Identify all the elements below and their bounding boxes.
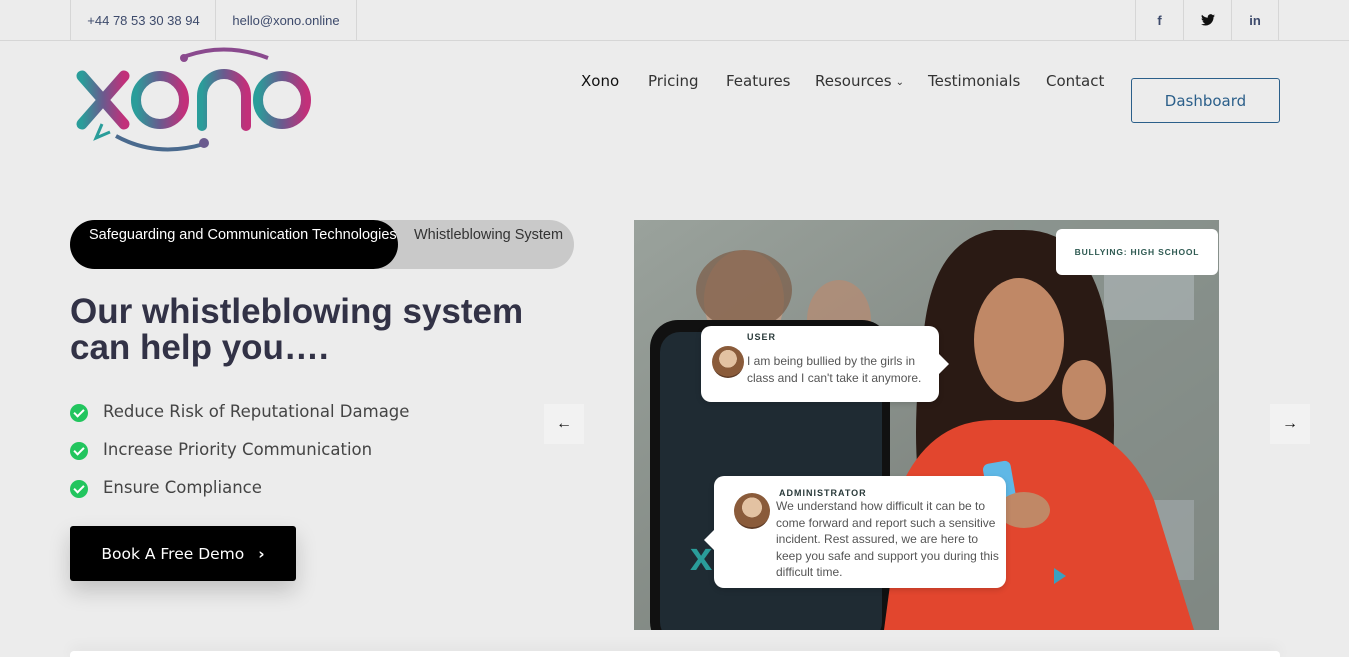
chevron-down-icon: ⌄ bbox=[895, 77, 904, 88]
book-demo-label: Book A Free Demo bbox=[101, 544, 245, 563]
nav-resources[interactable]: Resources ⌄ bbox=[815, 72, 904, 90]
arrow-right-icon: → bbox=[1282, 415, 1298, 432]
hero-tab-switcher: Safeguarding and Communication Technolog… bbox=[70, 220, 574, 269]
benefit-text: Reduce Risk of Reputational Damage bbox=[103, 402, 410, 421]
admin-message-bubble: ADMINISTRATOR We understand how difficul… bbox=[704, 476, 1006, 588]
facebook-icon[interactable]: f bbox=[1135, 0, 1183, 40]
hero-heading: Our whistleblowing system can help you…. bbox=[70, 292, 524, 367]
nav-testimonials[interactable]: Testimonials bbox=[928, 72, 1020, 90]
nav-resources-label: Resources bbox=[815, 72, 892, 90]
nav-pricing[interactable]: Pricing bbox=[648, 72, 699, 90]
list-item: Ensure Compliance bbox=[70, 478, 409, 516]
nav-contact[interactable]: Contact bbox=[1046, 72, 1104, 90]
hero-slide-image: x BULLYING: HIGH SCHOOL USER I am being … bbox=[634, 220, 1219, 630]
user-message-text: I am being bullied by the girls in class… bbox=[747, 354, 922, 385]
nav-xono[interactable]: Xono bbox=[581, 72, 619, 90]
dashboard-button[interactable]: Dashboard bbox=[1131, 78, 1280, 123]
user-role-label: USER bbox=[747, 332, 777, 342]
scenario-badge: BULLYING: HIGH SCHOOL bbox=[1056, 229, 1218, 275]
email-link[interactable]: hello@xono.online bbox=[215, 0, 357, 40]
twitter-icon[interactable] bbox=[1183, 0, 1231, 40]
slider-prev-button[interactable]: ← bbox=[544, 404, 584, 444]
chevron-right-icon: › bbox=[258, 544, 265, 563]
benefit-text: Ensure Compliance bbox=[103, 478, 262, 497]
admin-message-text: We understand how difficult it can be to… bbox=[776, 499, 999, 579]
list-item: Reduce Risk of Reputational Damage bbox=[70, 402, 409, 440]
check-circle-icon bbox=[70, 404, 88, 422]
book-demo-button[interactable]: Book A Free Demo › bbox=[70, 526, 296, 581]
xono-logo[interactable] bbox=[76, 46, 316, 156]
list-item: Increase Priority Communication bbox=[70, 440, 409, 478]
benefit-text: Increase Priority Communication bbox=[103, 440, 373, 459]
user-message-bubble: USER I am being bullied by the girls in … bbox=[701, 326, 949, 402]
phone-number[interactable]: +44 78 53 30 38 94 bbox=[70, 0, 216, 40]
linkedin-icon[interactable]: in bbox=[1231, 0, 1279, 40]
admin-role-label: ADMINISTRATOR bbox=[779, 488, 867, 498]
top-bar: +44 78 53 30 38 94 hello@xono.online f i… bbox=[0, 0, 1349, 41]
nav-features[interactable]: Features bbox=[726, 72, 791, 90]
tab-safeguarding[interactable]: Safeguarding and Communication Technolog… bbox=[70, 220, 398, 269]
check-circle-icon bbox=[70, 442, 88, 460]
check-circle-icon bbox=[70, 480, 88, 498]
next-section-card bbox=[70, 651, 1280, 657]
user-avatar bbox=[712, 346, 744, 378]
admin-avatar bbox=[734, 493, 770, 529]
slider-next-button[interactable]: → bbox=[1270, 404, 1310, 444]
benefit-list: Reduce Risk of Reputational Damage Incre… bbox=[70, 402, 409, 516]
arrow-left-icon: ← bbox=[556, 415, 572, 432]
tab-whistleblowing[interactable]: Whistleblowing System bbox=[414, 225, 564, 245]
